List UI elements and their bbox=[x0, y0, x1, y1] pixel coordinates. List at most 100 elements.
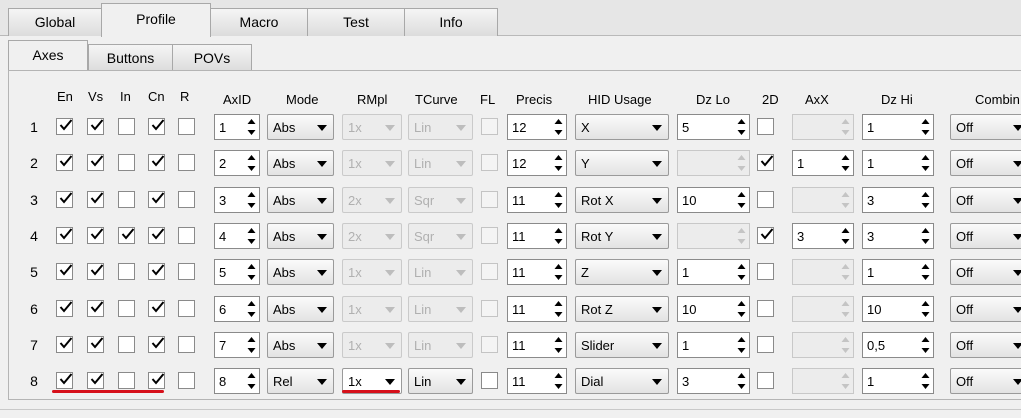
visible-checkbox[interactable] bbox=[87, 336, 104, 353]
invert-checkbox[interactable] bbox=[118, 300, 135, 317]
axis-id-spinner[interactable]: 1 bbox=[214, 114, 260, 140]
enabled-checkbox[interactable] bbox=[56, 372, 73, 389]
visible-checkbox[interactable] bbox=[87, 118, 104, 135]
combination-select[interactable]: Off bbox=[950, 259, 1021, 285]
enabled-checkbox[interactable] bbox=[56, 118, 73, 135]
precision-spinner[interactable]: 12 bbox=[507, 150, 567, 176]
visible-checkbox[interactable] bbox=[87, 372, 104, 389]
axis-id-spinner[interactable]: 2 bbox=[214, 150, 260, 176]
2d-checkbox[interactable] bbox=[757, 154, 774, 171]
combination-select[interactable]: Off bbox=[950, 187, 1021, 213]
2d-checkbox[interactable] bbox=[757, 372, 774, 389]
hid-usage-select[interactable]: Rot Y bbox=[575, 223, 669, 249]
reverse-checkbox[interactable] bbox=[178, 372, 195, 389]
reverse-checkbox[interactable] bbox=[178, 191, 195, 208]
enabled-checkbox[interactable] bbox=[56, 191, 73, 208]
2d-checkbox[interactable] bbox=[757, 300, 774, 317]
combination-select[interactable]: Off bbox=[950, 114, 1021, 140]
deadzone-high-spinner[interactable]: 1 bbox=[862, 368, 934, 394]
invert-checkbox[interactable] bbox=[118, 372, 135, 389]
2d-checkbox[interactable] bbox=[757, 191, 774, 208]
axis-id-spinner[interactable]: 3 bbox=[214, 187, 260, 213]
mode-select[interactable]: Abs bbox=[267, 150, 334, 176]
axis-id-spinner[interactable]: 5 bbox=[214, 259, 260, 285]
visible-checkbox[interactable] bbox=[87, 263, 104, 280]
tab-profile[interactable]: Profile bbox=[101, 3, 211, 37]
axis-id-spinner[interactable]: 4 bbox=[214, 223, 260, 249]
deadzone-low-spinner[interactable]: 1 bbox=[677, 332, 750, 358]
reverse-checkbox[interactable] bbox=[178, 300, 195, 317]
enabled-checkbox[interactable] bbox=[56, 336, 73, 353]
precision-spinner[interactable]: 11 bbox=[507, 296, 567, 322]
2d-checkbox[interactable] bbox=[757, 227, 774, 244]
precision-spinner[interactable]: 11 bbox=[507, 332, 567, 358]
enabled-checkbox[interactable] bbox=[56, 227, 73, 244]
enabled-checkbox[interactable] bbox=[56, 154, 73, 171]
precision-spinner[interactable]: 12 bbox=[507, 114, 567, 140]
mode-select[interactable]: Abs bbox=[267, 114, 334, 140]
center-checkbox[interactable] bbox=[148, 191, 165, 208]
deadzone-high-spinner[interactable]: 3 bbox=[862, 187, 934, 213]
hid-usage-select[interactable]: Slider bbox=[575, 332, 669, 358]
combination-select[interactable]: Off bbox=[950, 150, 1021, 176]
axis-id-spinner[interactable]: 7 bbox=[214, 332, 260, 358]
center-checkbox[interactable] bbox=[148, 336, 165, 353]
tab-axes[interactable]: Axes bbox=[8, 40, 88, 71]
enabled-checkbox[interactable] bbox=[56, 263, 73, 280]
visible-checkbox[interactable] bbox=[87, 300, 104, 317]
deadzone-low-spinner[interactable]: 10 bbox=[677, 187, 750, 213]
reverse-checkbox[interactable] bbox=[178, 336, 195, 353]
hid-usage-select[interactable]: Dial bbox=[575, 368, 669, 394]
invert-checkbox[interactable] bbox=[118, 154, 135, 171]
deadzone-high-spinner[interactable]: 1 bbox=[862, 259, 934, 285]
visible-checkbox[interactable] bbox=[87, 227, 104, 244]
reverse-checkbox[interactable] bbox=[178, 227, 195, 244]
hid-usage-select[interactable]: Rot X bbox=[575, 187, 669, 213]
mode-select[interactable]: Abs bbox=[267, 332, 334, 358]
precision-spinner[interactable]: 11 bbox=[507, 368, 567, 394]
deadzone-high-spinner[interactable]: 3 bbox=[862, 223, 934, 249]
combination-select[interactable]: Off bbox=[950, 332, 1021, 358]
center-checkbox[interactable] bbox=[148, 227, 165, 244]
reverse-checkbox[interactable] bbox=[178, 154, 195, 171]
mode-select[interactable]: Abs bbox=[267, 259, 334, 285]
visible-checkbox[interactable] bbox=[87, 154, 104, 171]
2d-checkbox[interactable] bbox=[757, 118, 774, 135]
fl-checkbox[interactable] bbox=[481, 372, 498, 389]
hid-usage-select[interactable]: Rot Z bbox=[575, 296, 669, 322]
hid-usage-select[interactable]: Y bbox=[575, 150, 669, 176]
invert-checkbox[interactable] bbox=[118, 118, 135, 135]
deadzone-high-spinner[interactable]: 1 bbox=[862, 114, 934, 140]
center-checkbox[interactable] bbox=[148, 118, 165, 135]
axis-x-spinner[interactable]: 1 bbox=[792, 150, 854, 176]
tab-info[interactable]: Info bbox=[404, 8, 498, 36]
precision-spinner[interactable]: 11 bbox=[507, 259, 567, 285]
center-checkbox[interactable] bbox=[148, 372, 165, 389]
center-checkbox[interactable] bbox=[148, 263, 165, 280]
combination-select[interactable]: Off bbox=[950, 368, 1021, 394]
axis-id-spinner[interactable]: 6 bbox=[214, 296, 260, 322]
invert-checkbox[interactable] bbox=[118, 191, 135, 208]
invert-checkbox[interactable] bbox=[118, 227, 135, 244]
2d-checkbox[interactable] bbox=[757, 263, 774, 280]
precision-spinner[interactable]: 11 bbox=[507, 223, 567, 249]
deadzone-high-spinner[interactable]: 10 bbox=[862, 296, 934, 322]
mode-select[interactable]: Abs bbox=[267, 223, 334, 249]
deadzone-low-spinner[interactable]: 5 bbox=[677, 114, 750, 140]
invert-checkbox[interactable] bbox=[118, 263, 135, 280]
tab-macro[interactable]: Macro bbox=[210, 8, 308, 36]
center-checkbox[interactable] bbox=[148, 300, 165, 317]
tab-test[interactable]: Test bbox=[307, 8, 405, 36]
hid-usage-select[interactable]: X bbox=[575, 114, 669, 140]
deadzone-low-spinner[interactable]: 1 bbox=[677, 259, 750, 285]
tab-global[interactable]: Global bbox=[8, 8, 102, 36]
axis-x-spinner[interactable]: 3 bbox=[792, 223, 854, 249]
tab-povs[interactable]: POVs bbox=[172, 44, 252, 71]
deadzone-high-spinner[interactable]: 1 bbox=[862, 150, 934, 176]
center-checkbox[interactable] bbox=[148, 154, 165, 171]
precision-spinner[interactable]: 11 bbox=[507, 187, 567, 213]
mode-select[interactable]: Abs bbox=[267, 187, 334, 213]
reverse-checkbox[interactable] bbox=[178, 118, 195, 135]
hid-usage-select[interactable]: Z bbox=[575, 259, 669, 285]
tab-buttons[interactable]: Buttons bbox=[88, 44, 173, 71]
